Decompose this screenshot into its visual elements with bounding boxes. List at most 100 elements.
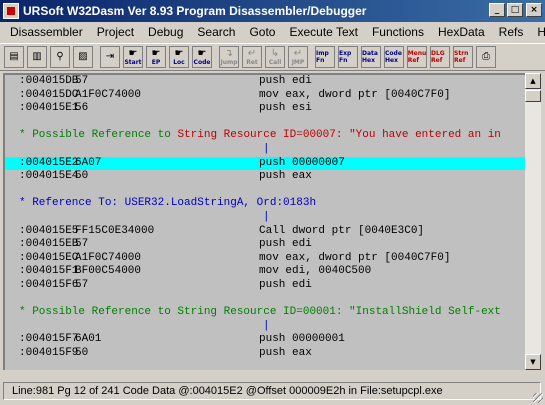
listing-line[interactable]: :004015F6 57 push edi: [5, 279, 525, 293]
line-opcode-bytes: BF00C54000: [75, 265, 142, 278]
title-bar[interactable]: URSoft W32Dasm Ver 8.93 Program Disassem…: [0, 0, 545, 22]
listing-line[interactable]: :004015E1 56 push esi: [5, 102, 525, 116]
listing-line[interactable]: :004015F9 50 push eax: [5, 347, 525, 361]
menu-ref-icon[interactable]: Menu Ref: [407, 46, 427, 68]
string-reference-comment[interactable]: * Possible Reference to String Resource …: [5, 129, 525, 143]
close-button[interactable]: ×: [526, 3, 542, 17]
listing-line[interactable]: :004015E4 50 push eax: [5, 170, 525, 184]
minimize-button[interactable]: _: [489, 3, 505, 17]
dlg-ref-icon[interactable]: DLG Ref: [430, 46, 450, 68]
menu-bar: Disassembler Project Debug Search Goto Execut…: [0, 22, 545, 42]
reference-connector[interactable]: |: [5, 143, 525, 157]
listing-line[interactable]: :004015F1 BF00C54000 mov edi, 0040C500: [5, 265, 525, 279]
save-file-icon-glyph: ▥: [32, 51, 42, 62]
line-opcode-bytes: 57: [75, 278, 89, 291]
line-address: :004015EC: [19, 251, 79, 264]
goto-ep-icon[interactable]: ☛ EP: [146, 46, 166, 68]
window-controls: _ □ ×: [487, 3, 542, 17]
listing-line[interactable]: :004015EB 57 push edi: [5, 238, 525, 252]
line-instruction: push eax: [259, 170, 312, 183]
maximize-button[interactable]: □: [507, 3, 523, 17]
goto-entry-icon-glyph: ⇥: [105, 51, 115, 62]
open-file-icon-glyph: ▤: [9, 51, 19, 62]
scroll-thumb[interactable]: [525, 90, 541, 102]
resize-grip-icon[interactable]: [533, 393, 543, 403]
listing-line[interactable]: :004015DC A1F0C74000 mov eax, dword ptr [0…: [5, 89, 525, 103]
w32dasm-icon[interactable]: [3, 3, 19, 19]
line-address: :004015E5: [19, 224, 79, 237]
toolbar-button-label: Jump: [220, 58, 238, 66]
goto-code-icon-glyph: ☛: [197, 47, 207, 59]
menu-debug[interactable]: Debug: [141, 25, 190, 39]
save-file-icon[interactable]: ▥: [27, 46, 47, 68]
listing-line[interactable]: :004015DB 57 push edi: [5, 75, 525, 89]
goto-loc-icon[interactable]: ☛ Loc: [169, 46, 189, 68]
window-title: URSoft W32Dasm Ver 8.93 Program Disassem…: [23, 4, 367, 18]
menu-project[interactable]: Project: [90, 25, 141, 39]
find-text-icon-glyph: ⚲: [56, 51, 64, 62]
call-icon[interactable]: ↳ Call: [265, 46, 285, 68]
api-reference-comment[interactable]: * Reference To: USER32.LoadStringA, Ord:…: [5, 197, 525, 211]
menu-disassembler[interactable]: Disassembler: [3, 25, 90, 39]
jump-to-icon-glyph: ↴: [224, 47, 234, 59]
scroll-down-arrow-icon[interactable]: ▼: [525, 354, 541, 370]
line-instruction: push esi: [259, 102, 312, 115]
menu-goto[interactable]: Goto: [242, 25, 282, 39]
return-icon[interactable]: ↵ Ret: [242, 46, 262, 68]
line-opcode-bytes: 57: [75, 75, 89, 87]
menu-refs[interactable]: Refs: [492, 25, 531, 39]
string-resource-text: String Resource ID=00007: "You have ente…: [177, 129, 501, 142]
disassembly-listing[interactable]: :004015DB 57 push edi:004015DC A1F0C74000 mo…: [3, 73, 525, 370]
reference-connector[interactable]: |: [5, 320, 525, 334]
menu-functions[interactable]: Functions: [365, 25, 431, 39]
return-jump-icon[interactable]: ↵ JMP: [288, 46, 308, 68]
toolbar: ▤ ▥ ⚲ ▨ ⇥ ☛ Start ☛ EP ☛ Loc ☛ Code ↴ Jump ↵ Ret ↳ Call ↵ JM…: [0, 43, 545, 71]
toolbar-button-label: EP: [151, 58, 161, 66]
line-instruction: mov edi, 0040C500: [259, 265, 372, 278]
line-address: :004015F7: [19, 333, 79, 346]
line-address: :004015F9: [19, 346, 79, 359]
vertical-scrollbar[interactable]: ▲ ▼: [525, 73, 541, 370]
print-icon[interactable]: ⎙: [476, 46, 496, 68]
app-window: URSoft W32Dasm Ver 8.93 Program Disassem…: [0, 0, 545, 405]
data-hex-icon[interactable]: Data Hex: [361, 46, 381, 68]
string-reference-comment[interactable]: * Possible Reference to String Resource …: [5, 306, 525, 320]
listing-line[interactable]: :004015E5 FF15C0E34000 Call dword ptr [004…: [5, 225, 525, 239]
toolbar-button-label: Exp Fn: [339, 50, 352, 64]
listing-line[interactable]: :004015F7 6A01 push 00000001: [5, 333, 525, 347]
goto-code-icon[interactable]: ☛ Code: [192, 46, 212, 68]
line-address: :004015DC: [19, 88, 79, 101]
open-file-icon[interactable]: ▤: [4, 46, 24, 68]
code-hex-icon[interactable]: Code Hex: [384, 46, 404, 68]
start-icon[interactable]: ☛ Start: [123, 46, 143, 68]
start-icon-glyph: ☛: [128, 47, 138, 59]
toolbar-button-label: Menu Ref: [407, 50, 427, 64]
strn-ref-icon[interactable]: Strn Ref: [453, 46, 473, 68]
line-instruction: mov eax, dword ptr [0040C7F0]: [259, 251, 451, 264]
goto-entry-icon[interactable]: ⇥: [100, 46, 120, 68]
listing-line-selected[interactable]: :004015E2 6A07 push 00000007: [5, 156, 525, 171]
comment-prefix: * Possible Reference to: [19, 129, 178, 142]
copy-lines-icon[interactable]: ▨: [73, 46, 93, 68]
toolbar-button-label: Call: [268, 58, 282, 66]
menu-execute-text[interactable]: Execute Text: [282, 25, 364, 39]
toolbar-button-label: Strn Ref: [454, 50, 469, 64]
imp-fn-icon[interactable]: Imp Fn: [315, 46, 335, 68]
line-opcode-bytes: 6A07: [75, 156, 102, 169]
find-text-icon[interactable]: ⚲: [50, 46, 70, 68]
print-icon-glyph: ⎙: [482, 51, 490, 62]
goto-ep-icon-glyph: ☛: [151, 47, 161, 59]
menu-hexdata[interactable]: HexData: [431, 25, 492, 39]
exp-fn-icon[interactable]: Exp Fn: [338, 46, 358, 68]
line-address: :004015E4: [19, 170, 79, 183]
reference-connector[interactable]: |: [5, 211, 525, 225]
line-instruction: push edi: [259, 278, 312, 291]
listing-line[interactable]: :004015EC A1F0C74000 mov eax, dword ptr [0…: [5, 252, 525, 266]
menu-search[interactable]: Search: [190, 25, 242, 39]
menu-help[interactable]: Help: [530, 25, 545, 39]
jump-to-icon[interactable]: ↴ Jump: [219, 46, 239, 68]
line-address: :004015E1: [19, 102, 79, 115]
scroll-up-arrow-icon[interactable]: ▲: [525, 73, 541, 89]
